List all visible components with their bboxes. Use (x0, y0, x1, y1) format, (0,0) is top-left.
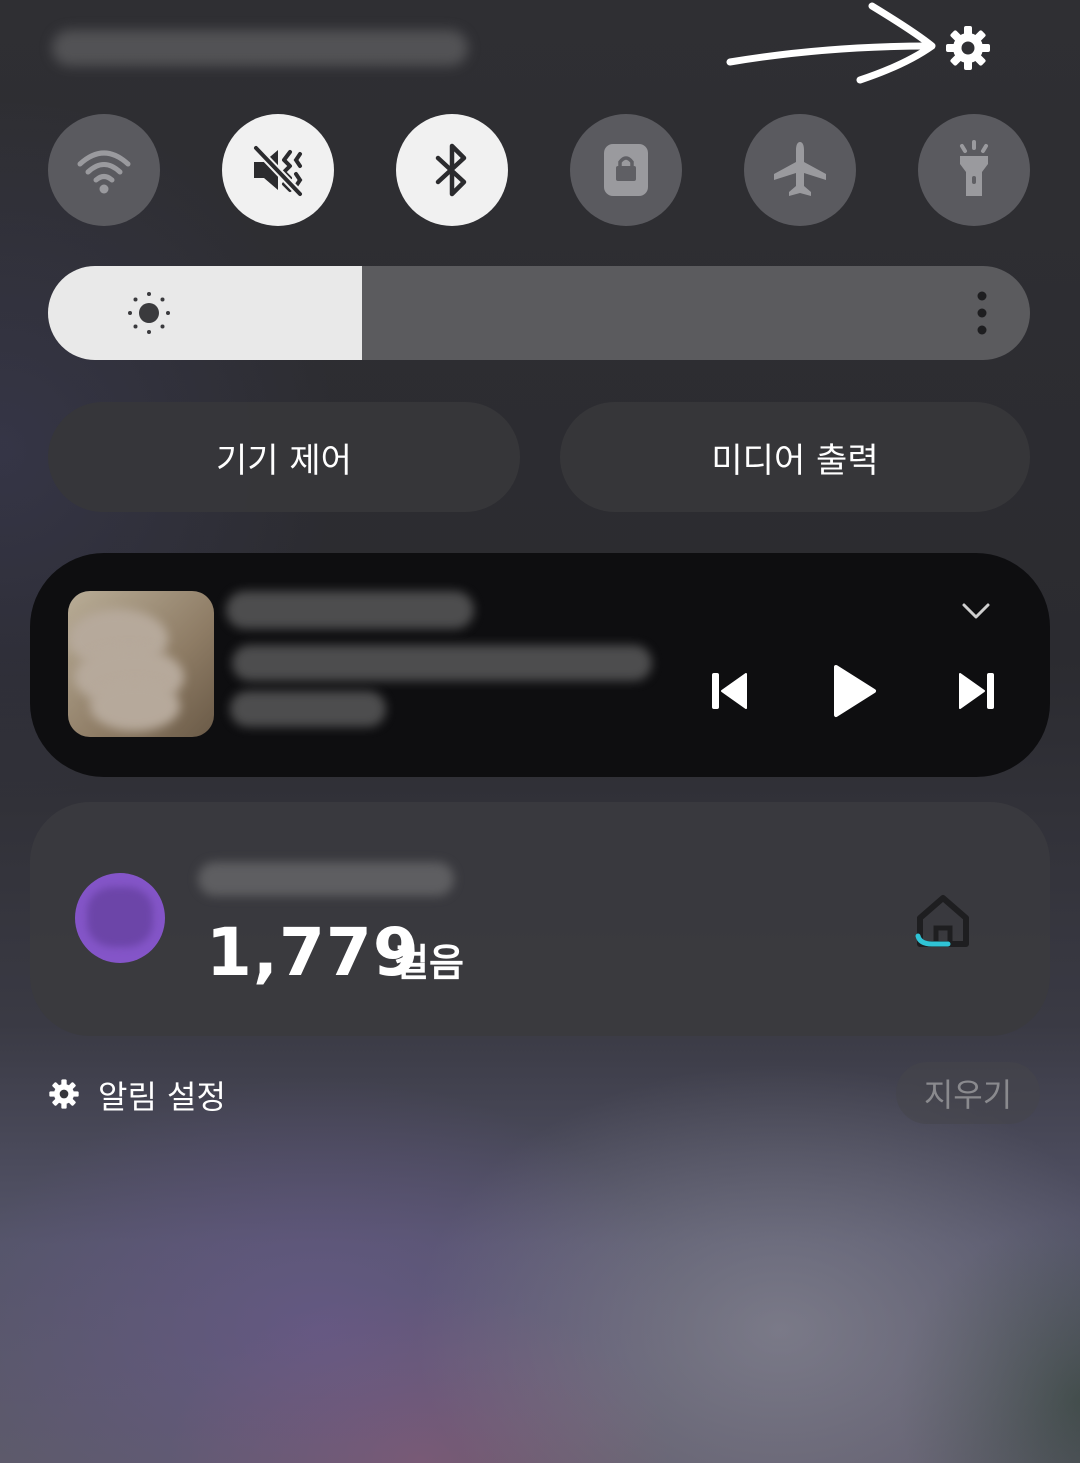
blurred-status-text (52, 30, 468, 66)
notification-title-blurred (198, 862, 454, 896)
media-artist-blurred (230, 691, 386, 727)
device-control-label: 기기 제어 (216, 440, 352, 481)
media-player-card[interactable] (30, 553, 1050, 777)
app-avatar (75, 873, 165, 963)
toggle-sound[interactable] (222, 114, 334, 226)
sun-icon (128, 292, 170, 334)
toggle-flashlight[interactable] (918, 114, 1030, 226)
play-icon[interactable] (832, 663, 878, 719)
clear-label: 지우기 (923, 1076, 1013, 1114)
media-subtitle-blurred (232, 645, 652, 681)
home-icon (915, 895, 969, 947)
more-vertical-icon[interactable] (972, 290, 992, 336)
arrow-icon (726, 2, 936, 84)
next-icon[interactable] (958, 671, 996, 711)
step-unit: 걸음 (394, 941, 464, 985)
wifi-icon (77, 150, 131, 194)
vibrate-mute-icon (252, 144, 304, 198)
toggle-bluetooth[interactable] (396, 114, 508, 226)
media-output-button[interactable]: 미디어 출력 (560, 402, 1030, 512)
notification-settings-link[interactable]: 알림 설정 (98, 1072, 226, 1118)
previous-icon[interactable] (710, 671, 748, 711)
brightness-slider-fill (48, 266, 363, 360)
gear-icon[interactable] (48, 1078, 80, 1110)
flashlight-icon (960, 140, 988, 196)
device-control-button[interactable]: 기기 제어 (48, 402, 520, 512)
clear-button[interactable]: 지우기 (896, 1062, 1040, 1124)
toggle-airplane-mode[interactable] (744, 114, 856, 226)
gear-icon[interactable] (944, 24, 992, 72)
brightness-slider[interactable] (48, 266, 1030, 360)
chevron-down-icon[interactable] (960, 601, 992, 621)
toggle-wifi[interactable] (48, 114, 160, 226)
media-title-blurred (226, 591, 474, 629)
lock-icon (604, 144, 648, 196)
step-counter-notification[interactable]: 1,779 걸음 (30, 802, 1050, 1036)
toggle-secure-folder[interactable] (570, 114, 682, 226)
step-count: 1,779 (206, 914, 420, 991)
airplane-icon (774, 142, 826, 196)
bluetooth-icon (435, 143, 467, 197)
media-output-label: 미디어 출력 (711, 440, 879, 481)
album-art (68, 591, 214, 737)
